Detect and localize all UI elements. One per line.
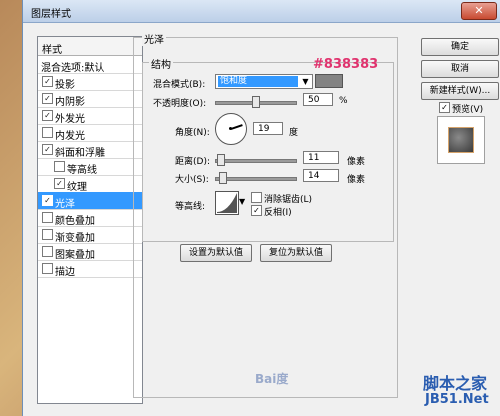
layer-style-dialog: 图层样式 ✕ 样式 混合选项:默认 ✓ 投影 ✓ 内阴影 ✓ 外发光 内发光 ✓ 斜面和浮雕 等高线…	[22, 0, 500, 416]
style-list-label: 描边	[55, 267, 75, 278]
blend-mode-value: 饱和度	[218, 76, 298, 87]
satin-group-title: 光泽	[142, 31, 166, 46]
style-list-item[interactable]: 颜色叠加	[38, 209, 142, 227]
close-icon: ✕	[474, 4, 484, 17]
opacity-label: 不透明度(O):	[153, 99, 207, 109]
angle-dial[interactable]	[215, 113, 247, 145]
style-list-checkbox[interactable]: ✓	[54, 178, 65, 189]
style-list-item[interactable]: 图案叠加	[38, 243, 142, 261]
style-list-label: 投影	[55, 80, 75, 91]
angle-dial-needle	[230, 124, 243, 130]
site-cn-watermark: 脚本之家	[423, 374, 488, 393]
color-hex-annotation: #838383	[313, 57, 379, 72]
angle-label: 角度(N):	[175, 128, 210, 138]
new-style-button[interactable]: 新建样式(W)...	[421, 82, 499, 100]
anti-alias-checkbox[interactable]	[251, 192, 262, 203]
contour-curve-icon	[217, 193, 237, 213]
size-input[interactable]: 14	[303, 169, 339, 182]
style-list-label: 等高线	[67, 165, 97, 176]
site-url-watermark: JB51.Net	[425, 392, 489, 407]
distance-label: 距离(D):	[175, 157, 210, 167]
distance-slider-thumb[interactable]	[217, 154, 225, 166]
opacity-slider-thumb[interactable]	[252, 96, 260, 108]
size-slider[interactable]	[215, 177, 297, 181]
size-unit: 像素	[347, 175, 366, 185]
angle-unit: 度	[289, 128, 299, 138]
anti-alias-label: 消除锯齿(L)	[264, 195, 313, 205]
style-list-item[interactable]: 内发光	[38, 124, 142, 142]
style-list-label: 斜面和浮雕	[55, 148, 105, 159]
style-list-label: 光泽	[55, 199, 75, 210]
style-list-item[interactable]: ✓ 斜面和浮雕	[38, 141, 142, 159]
contour-dropdown-arrow-icon[interactable]: ▼	[239, 197, 245, 206]
style-list-item[interactable]: 渐变叠加	[38, 226, 142, 244]
invert-label: 反相(I)	[264, 208, 292, 218]
opacity-input[interactable]: 50	[303, 93, 333, 106]
size-label: 大小(S):	[175, 175, 209, 185]
blend-mode-label: 混合模式(B):	[153, 80, 206, 90]
title-bar: 图层样式 ✕	[23, 0, 500, 23]
style-list-checkbox[interactable]: ✓	[42, 195, 53, 206]
style-list-label: 纹理	[67, 182, 87, 193]
angle-dial-center	[229, 127, 232, 130]
style-list-checkbox[interactable]	[42, 229, 53, 240]
style-list-checkbox[interactable]: ✓	[42, 110, 53, 121]
style-list-item[interactable]: 等高线	[38, 158, 142, 176]
blend-mode-select[interactable]: 饱和度 ▼	[215, 74, 313, 89]
style-list-label: 图案叠加	[55, 250, 95, 261]
style-list-checkbox[interactable]	[42, 212, 53, 223]
opacity-unit: %	[339, 96, 348, 106]
ok-button[interactable]: 确定	[421, 38, 499, 56]
style-list-checkbox[interactable]	[42, 127, 53, 138]
style-list-label: 颜色叠加	[55, 216, 95, 227]
contour-picker[interactable]	[215, 191, 239, 215]
size-slider-thumb[interactable]	[219, 172, 227, 184]
style-list-checkbox[interactable]: ✓	[42, 76, 53, 87]
satin-group: 光泽 结构 #838383 混合模式(B): 饱和度 ▼ 不透明度(O): 50…	[133, 31, 398, 398]
baidu-watermark: Bai度	[255, 372, 289, 386]
style-list-label: 外发光	[55, 114, 85, 125]
style-list-item[interactable]: ✓ 外发光	[38, 107, 142, 125]
style-preview-swatch	[448, 127, 474, 153]
close-button[interactable]: ✕	[461, 2, 497, 20]
structure-group-title: 结构	[149, 56, 173, 71]
style-list-item[interactable]: ✓ 内阴影	[38, 90, 142, 108]
make-default-button[interactable]: 设置为默认值	[180, 244, 252, 262]
style-list-checkbox[interactable]: ✓	[42, 144, 53, 155]
distance-slider[interactable]	[215, 159, 297, 163]
style-list-item[interactable]: ✓ 纹理	[38, 175, 142, 193]
style-list-checkbox[interactable]	[42, 263, 53, 274]
chevron-down-icon: ▼	[302, 77, 309, 86]
style-list-label: 渐变叠加	[55, 233, 95, 244]
styles-list-header[interactable]: 样式	[38, 37, 142, 56]
style-list-item[interactable]: 混合选项:默认	[38, 56, 142, 74]
angle-input[interactable]: 19	[253, 122, 283, 135]
satin-panel: 光泽 结构 #838383 混合模式(B): 饱和度 ▼ 不透明度(O): 50…	[133, 30, 411, 398]
style-list-item[interactable]: 描边	[38, 260, 142, 278]
distance-unit: 像素	[347, 157, 366, 167]
preview-label: 预览(V)	[452, 105, 484, 115]
contour-label: 等高线:	[175, 202, 206, 212]
style-list-label: 混合选项:默认	[41, 63, 105, 74]
style-preview	[437, 116, 485, 164]
style-list-checkbox[interactable]	[42, 246, 53, 257]
style-list-checkbox[interactable]: ✓	[42, 93, 53, 104]
style-list-label: 内发光	[55, 131, 85, 142]
style-list-item[interactable]: ✓ 投影	[38, 73, 142, 91]
satin-color-swatch[interactable]	[315, 74, 343, 88]
invert-checkbox[interactable]: ✓	[251, 205, 262, 216]
distance-input[interactable]: 11	[303, 151, 339, 164]
preview-checkbox[interactable]: ✓	[439, 102, 450, 113]
reset-default-button[interactable]: 复位为默认值	[260, 244, 332, 262]
styles-list: 样式 混合选项:默认 ✓ 投影 ✓ 内阴影 ✓ 外发光 内发光 ✓ 斜面和浮雕 等高线 ✓ 纹理 ✓ 光泽颜…	[37, 36, 143, 404]
structure-group: 结构 #838383 混合模式(B): 饱和度 ▼ 不透明度(O): 50 % …	[142, 56, 394, 242]
style-list-label: 内阴影	[55, 97, 85, 108]
style-list-checkbox[interactable]	[54, 161, 65, 172]
cancel-button[interactable]: 取消	[421, 60, 499, 78]
window-title: 图层样式	[31, 9, 71, 20]
style-list-item[interactable]: ✓ 光泽	[38, 192, 142, 210]
